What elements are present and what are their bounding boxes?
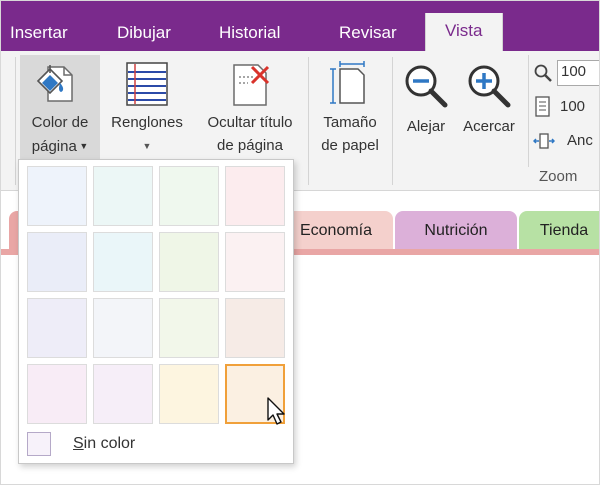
color-swatch[interactable] (27, 298, 87, 358)
no-color-label: Sin color (73, 435, 135, 453)
color-swatch[interactable] (225, 298, 285, 358)
onenote-window: Insertar Dibujar Historial Revisar Vista… (0, 0, 600, 485)
page-width-value: 100 (560, 98, 586, 115)
color-swatch[interactable] (93, 166, 153, 226)
tab-insertar[interactable]: Insertar (10, 19, 68, 51)
section-tab-tienda-label: Tienda (539, 222, 589, 239)
paper-size-button[interactable]: Tamaño de papel (311, 55, 389, 163)
section-tab-nutricion-label: Nutrición (424, 222, 488, 239)
page-width-label: Anc (567, 132, 593, 149)
hide-title-label-1: Ocultar título (207, 114, 293, 131)
rule-lines-button[interactable]: Renglones ▼ (102, 55, 192, 163)
color-swatch[interactable] (27, 166, 87, 226)
section-tab-economia-label: Economía (299, 222, 373, 239)
zoom-in-icon (466, 63, 512, 115)
paper-size-label-2: de papel (321, 137, 379, 154)
dropdown-arrow-icon: ▼ (76, 141, 89, 151)
ribbon-separator (15, 57, 16, 185)
zoom-out-button[interactable]: Alejar (397, 55, 455, 145)
zoom-in-label: Acercar (463, 118, 515, 135)
ribbon-separator (528, 55, 529, 167)
color-swatch[interactable] (159, 364, 219, 424)
color-swatch[interactable] (27, 364, 87, 424)
paint-bucket-page-icon (34, 61, 78, 111)
zoom-percent-row: 100 (533, 60, 599, 86)
no-color-label-rest: in color (83, 435, 136, 452)
page-color-dropdown: Sin color (18, 159, 294, 464)
chevron-down-icon: ▼ (142, 141, 152, 151)
zoom-group-label: Zoom (539, 168, 578, 185)
tab-dibujar[interactable]: Dibujar (117, 19, 171, 51)
color-swatch[interactable] (27, 232, 87, 292)
ribbon-separator (308, 57, 309, 185)
fit-width-icon (532, 130, 556, 159)
tab-revisar[interactable]: Revisar (339, 19, 397, 51)
color-swatch[interactable] (225, 232, 285, 292)
rule-lines-label: Renglones (111, 114, 183, 131)
color-swatch[interactable] (159, 166, 219, 226)
hide-title-icon (228, 61, 274, 113)
color-swatch[interactable] (93, 298, 153, 358)
page-color-label-row: página ▼ (20, 136, 100, 157)
no-color-label-accel: S (73, 435, 84, 452)
color-swatch[interactable] (225, 166, 285, 226)
ribbon-tab-bar: Insertar Dibujar Historial Revisar Vista (1, 1, 599, 51)
page-width-row[interactable]: 100 (533, 96, 599, 118)
page-color-label-1: Color de (31, 114, 89, 131)
paper-size-label-1: Tamaño (323, 114, 377, 131)
page-color-button[interactable]: Color de página ▼ (20, 55, 100, 163)
color-swatch[interactable] (93, 232, 153, 292)
tab-historial[interactable]: Historial (219, 19, 280, 51)
zoom-out-icon (403, 63, 449, 115)
section-tab-economia[interactable]: Economía (279, 211, 393, 249)
zoom-out-label: Alejar (406, 118, 446, 135)
paper-size-icon (328, 61, 372, 113)
page-icon (533, 96, 553, 125)
magnifier-icon (533, 63, 553, 90)
hide-page-title-button[interactable]: Ocultar título de página (195, 55, 305, 163)
ribbon-separator (392, 57, 393, 185)
zoom-percent-input[interactable]: 100 (557, 60, 599, 86)
ruled-lines-icon (124, 61, 170, 113)
no-color-swatch (27, 432, 51, 456)
page-color-label-2: página (31, 138, 77, 155)
color-swatch[interactable] (93, 364, 153, 424)
zoom-in-button[interactable]: Acercar (457, 55, 521, 145)
page-width-button[interactable]: Anc (532, 130, 599, 152)
hide-title-label-2: de página (217, 137, 283, 154)
tab-vista[interactable]: Vista (425, 13, 503, 51)
section-tab-nutricion[interactable]: Nutrición (395, 211, 517, 249)
color-swatch[interactable] (159, 232, 219, 292)
section-tab-tienda[interactable]: Tienda (519, 211, 599, 249)
color-swatch[interactable] (159, 298, 219, 358)
mouse-pointer-icon (266, 397, 288, 432)
